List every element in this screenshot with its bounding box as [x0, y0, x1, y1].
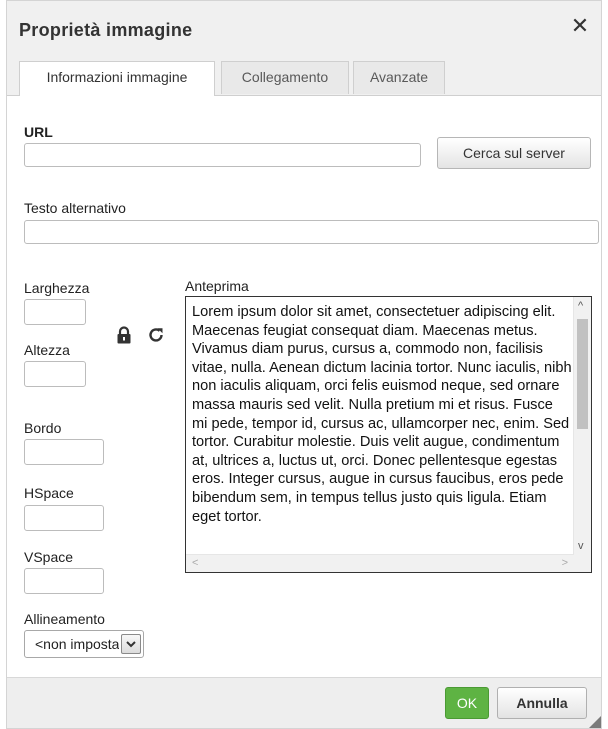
scroll-right-icon[interactable]: > — [562, 558, 568, 569]
url-label: URL — [24, 124, 53, 140]
width-label: Larghezza — [24, 280, 90, 296]
border-input[interactable] — [24, 439, 104, 465]
dialog-titlebar[interactable]: Proprietà immagine ✕ — [7, 1, 601, 60]
cancel-button[interactable]: Annulla — [497, 687, 587, 719]
width-input[interactable] — [24, 299, 86, 325]
alt-text-input[interactable] — [24, 220, 599, 244]
image-properties-dialog: Proprietà immagine ✕ Informazioni immagi… — [6, 0, 602, 729]
scroll-up-icon[interactable]: ^ — [578, 301, 583, 312]
height-label: Altezza — [24, 342, 70, 358]
preview-scroll-thumb[interactable] — [577, 319, 588, 429]
hspace-input[interactable] — [24, 505, 104, 531]
lock-icon[interactable] — [116, 326, 132, 344]
ok-button[interactable]: OK — [445, 687, 489, 719]
url-input[interactable] — [24, 143, 421, 167]
dialog-title: Proprietà immagine — [19, 20, 193, 40]
scrollbar-corner — [574, 555, 591, 572]
chevron-down-icon[interactable] — [121, 634, 141, 654]
scroll-left-icon[interactable]: < — [192, 558, 198, 569]
tab-bar: Informazioni immagine Collegamento Avanz… — [7, 59, 601, 96]
height-input[interactable] — [24, 361, 86, 387]
preview-text: Lorem ipsum dolor sit amet, consectetuer… — [192, 304, 572, 525]
tab-image-info[interactable]: Informazioni immagine — [19, 61, 215, 96]
resize-handle-icon[interactable] — [589, 716, 601, 728]
dialog-footer: OK Annulla — [7, 677, 601, 728]
preview-box: Lorem ipsum dolor sit amet, consectetuer… — [185, 296, 592, 573]
preview-label: Anteprima — [185, 278, 249, 294]
vspace-input[interactable] — [24, 568, 104, 594]
close-icon[interactable]: ✕ — [569, 15, 591, 37]
scroll-down-icon[interactable]: v — [578, 541, 584, 552]
alt-text-label: Testo alternativo — [24, 200, 126, 216]
alignment-label: Allineamento — [24, 611, 105, 627]
preview-vertical-scrollbar[interactable]: ^ v — [573, 297, 591, 555]
alignment-select-value: <non impostato> — [35, 636, 119, 652]
preview-horizontal-scrollbar[interactable]: < > — [186, 554, 574, 572]
vspace-label: VSpace — [24, 549, 74, 565]
browse-server-button[interactable]: Cerca sul server — [437, 137, 591, 169]
tab-advanced[interactable]: Avanzate — [353, 61, 445, 94]
tab-link[interactable]: Collegamento — [221, 61, 349, 94]
dialog-content: URL Cerca sul server Testo alternativo L… — [7, 96, 601, 678]
alignment-select[interactable]: <non impostato> — [24, 630, 144, 658]
border-label: Bordo — [24, 420, 62, 436]
hspace-label: HSpace — [24, 485, 74, 501]
reset-size-icon[interactable] — [147, 326, 165, 344]
